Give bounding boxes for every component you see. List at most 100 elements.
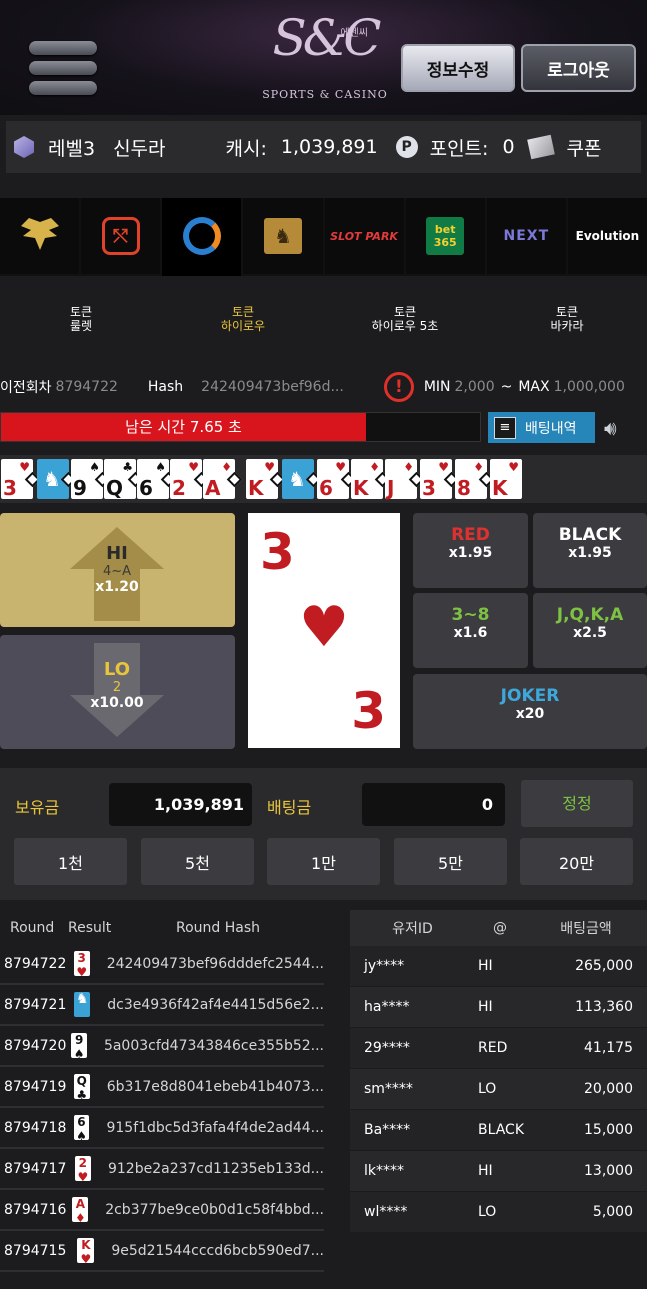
- bettor-choice: RED: [478, 1040, 508, 1056]
- black-bet-button[interactable]: BLACK x1.95: [533, 513, 647, 588]
- face-bet-button[interactable]: J,Q,K,A x2.5: [533, 593, 647, 668]
- chip-200k-button[interactable]: 20만: [520, 838, 633, 885]
- tab-baccarat[interactable]: 토큰 바카라: [512, 305, 622, 333]
- logo[interactable]: 에센씨 S&C SPORTS & CASINO: [262, 6, 388, 111]
- bettor-id: jy****: [364, 958, 405, 974]
- logo-kr: 에센씨: [340, 28, 368, 39]
- card-rank: 6: [319, 476, 333, 500]
- provider-token[interactable]: [162, 198, 242, 276]
- bettor-id: wl****: [364, 1204, 408, 1220]
- score-icon: ⤲: [101, 217, 140, 255]
- provider-bet365[interactable]: bet 365: [405, 198, 485, 274]
- joker-bet-button[interactable]: JOKER x20: [413, 674, 647, 749]
- tab-hilo-5s[interactable]: 토큰 하이로우 5초: [350, 305, 460, 333]
- round-row[interactable]: 8794715 K ♥ 9e5d21544cccd6bcb590ed7...: [0, 1231, 324, 1272]
- lo-title: LO: [103, 659, 131, 680]
- level-gem-icon: [14, 136, 34, 158]
- reset-button[interactable]: 정정: [521, 780, 633, 827]
- edit-profile-button[interactable]: 정보수정: [401, 44, 515, 92]
- provider-evolution[interactable]: Evolution: [567, 198, 647, 274]
- chip-1k-button[interactable]: 1천: [14, 838, 127, 885]
- current-card: 3 ♥ 3: [248, 513, 400, 748]
- provider-score[interactable]: ⤲: [81, 198, 161, 274]
- card-rank: 6: [139, 476, 153, 500]
- red-bet-button[interactable]: RED x1.95: [413, 513, 528, 588]
- round-row[interactable]: 8794718 6 ♠ 915f1dbc5d3fafa4f4de2ad44...: [0, 1108, 324, 1149]
- lo-bet-button[interactable]: LO 2 x10.00: [0, 635, 235, 749]
- card-rank: 3: [422, 476, 436, 500]
- hi-range: 4~A: [102, 564, 132, 579]
- card-rank: K: [492, 476, 508, 500]
- bettor-row: sm**** LO 20,000: [350, 1069, 647, 1110]
- cash-value: 1,039,891: [280, 136, 378, 158]
- round-row[interactable]: 8794717 2 ♥ 912be2a237cd11235eb133d...: [0, 1149, 324, 1190]
- card-rank: A: [205, 476, 221, 500]
- result-card: 3 ♥: [73, 951, 90, 979]
- joker-icon: ♞: [43, 467, 61, 491]
- prev-round-value: 8794722: [55, 379, 118, 395]
- round-number: 8794716: [4, 1201, 67, 1218]
- round-number: 8794717: [4, 1160, 67, 1177]
- round-row[interactable]: 8794721 ♞ dc3e4936f42af4e4415d56e2...: [0, 985, 324, 1026]
- lo-odds: x10.00: [90, 695, 144, 711]
- card-suit: ♥: [508, 460, 519, 474]
- bettor-amount: 15,000: [584, 1122, 633, 1138]
- card-rank-top: 3: [260, 523, 295, 581]
- bettor-id: sm****: [364, 1081, 413, 1097]
- chip-10k-button[interactable]: 1만: [267, 838, 380, 885]
- alert-icon[interactable]: !: [383, 372, 414, 402]
- coupon-label[interactable]: 쿠폰: [567, 134, 602, 161]
- max-label: MAX: [518, 379, 550, 395]
- round-info: 이전회차 8794722 Hash 242409473bef96d... ! M…: [0, 372, 647, 402]
- bettor-amount: 41,175: [584, 1040, 633, 1056]
- chip-5k-button[interactable]: 5천: [141, 838, 254, 885]
- bet-history-button[interactable]: ≡ 배팅내역: [488, 412, 595, 443]
- round-row[interactable]: 8794719 Q ♣ 6b317e8d8041ebeb41b4073...: [0, 1067, 324, 1108]
- joker-icon: ♞: [288, 467, 306, 491]
- low-range-bet-button[interactable]: 3~8 x1.6: [413, 593, 528, 668]
- menu-icon[interactable]: [29, 38, 99, 98]
- logo-sub: SPORTS & CASINO: [262, 88, 388, 101]
- logout-button[interactable]: 로그아웃: [521, 44, 636, 92]
- provider-bar: ⤲ ♞ SLOT PARK bet 365 NEXT Evolution: [0, 198, 647, 276]
- round-row[interactable]: 8794720 9 ♠ 5a003cfd47343846ce355b52...: [0, 1026, 324, 1067]
- user-bar: 레벨3 신두라 캐시: 1,039,891 P 포인트: 0 쿠폰: [6, 121, 641, 173]
- provider-emblem[interactable]: [0, 198, 80, 274]
- bet-amount-input[interactable]: 0: [362, 783, 505, 826]
- speaker-icon[interactable]: 🔊︎: [604, 416, 617, 440]
- card-rank: J: [387, 476, 395, 500]
- card-suit: ♦: [221, 460, 232, 474]
- wings-icon: [20, 218, 59, 250]
- round-row[interactable]: 8794716 A ♦ 2cb377be9ce0b0d1c58f4bbd...: [0, 1190, 324, 1231]
- timer-bar: 남은 시간 7.65 초: [0, 412, 481, 442]
- lo-range: 2: [112, 680, 122, 695]
- bettor-id: lk****: [364, 1163, 404, 1179]
- provider-slotpark[interactable]: SLOT PARK: [324, 198, 404, 274]
- card-suit: ♦: [473, 460, 484, 474]
- logo-main: S&C: [272, 9, 381, 67]
- min-label: MIN: [423, 379, 451, 395]
- point-value: 0: [502, 136, 515, 158]
- bettor-row: ha**** HI 113,360: [350, 987, 647, 1028]
- max-value: 1,000,000: [553, 379, 625, 395]
- bettor-id: Ba****: [364, 1122, 411, 1138]
- round-hash: 915f1dbc5d3fafa4f4de2ad44...: [106, 1119, 324, 1136]
- card-suit: ♥: [188, 460, 199, 474]
- bettor-row: jy**** HI 265,000: [350, 946, 647, 987]
- balance-label: 보유금: [15, 798, 60, 817]
- round-table-body: 8794722 3 ♥ 242409473bef96dddefc2544... 8794…: [0, 944, 324, 1272]
- result-card: 9 ♠: [71, 1033, 87, 1061]
- result-card: ♞: [74, 992, 91, 1017]
- result-card: K ♥: [77, 1238, 95, 1266]
- provider-lion[interactable]: ♞: [243, 198, 323, 274]
- ring-icon: [182, 217, 221, 255]
- chip-50k-button[interactable]: 5만: [394, 838, 507, 885]
- round-row[interactable]: 8794722 3 ♥ 242409473bef96dddefc2544...: [0, 944, 324, 985]
- card-suit: ♥: [19, 460, 30, 474]
- provider-next[interactable]: NEXT: [486, 198, 566, 274]
- card-rank: K: [353, 476, 369, 500]
- tab-roulette[interactable]: 토큰 룰렛: [26, 305, 136, 333]
- tab-hilo[interactable]: 토큰 하이로우: [188, 305, 298, 333]
- hi-bet-button[interactable]: HI 4~A x1.20: [0, 513, 235, 627]
- hi-title: HI: [106, 543, 128, 564]
